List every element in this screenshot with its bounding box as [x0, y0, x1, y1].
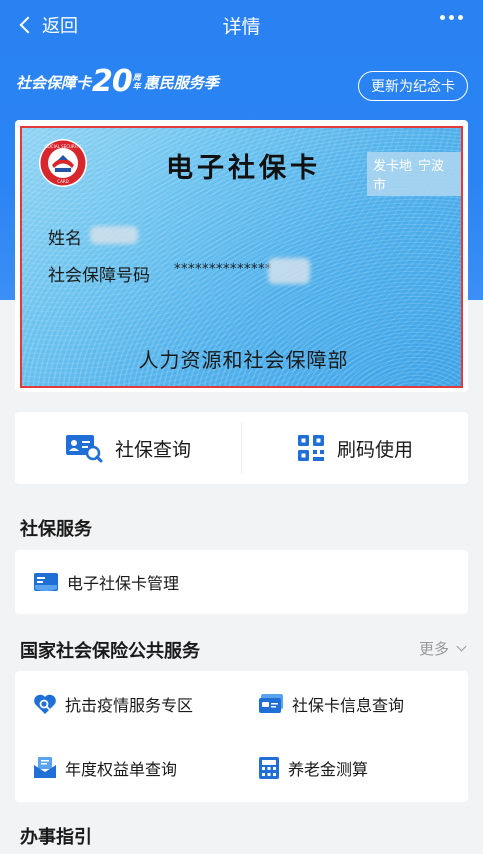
scan-code-label: 刷码使用 — [336, 438, 413, 461]
chevron-down-icon — [456, 641, 467, 652]
card-info-query-label: 社保卡信息查询 — [292, 696, 405, 715]
card-manage-icon — [34, 573, 58, 591]
anniversary-banner: 社会保障卡 20 周年 惠民服务季 — [16, 64, 219, 99]
id-card-search-icon — [65, 435, 103, 463]
heart-search-icon — [34, 694, 56, 714]
ssn-value-masked — [268, 258, 310, 284]
issue-location-badge: 发卡地 宁波市 — [367, 152, 461, 196]
pension-calculation-label: 养老金测算 — [288, 760, 369, 779]
issue-label: 发卡地 — [373, 159, 413, 174]
scan-code-button[interactable]: 刷码使用 — [242, 412, 468, 484]
chevron-left-icon — [19, 16, 37, 34]
card-management-label: 电子社保卡管理 — [67, 574, 180, 593]
epidemic-service-item[interactable]: 抗击疫情服务专区 — [33, 692, 193, 716]
social-security-card[interactable]: SOCIAL SECURITY CARD 电子社保卡 发卡地 宁波市 姓名 社会保… — [20, 126, 463, 388]
upgrade-commemorative-card-button[interactable]: 更新为纪念卡 — [358, 71, 468, 101]
mail-icon — [34, 757, 56, 778]
calculator-icon — [259, 757, 279, 779]
back-button[interactable]: 返回 — [16, 10, 78, 40]
epidemic-service-label: 抗击疫情服务专区 — [65, 696, 194, 715]
annual-rights-query-item[interactable]: 年度权益单查询 — [33, 756, 177, 780]
ssn-label: 社会保障号码 — [48, 266, 150, 286]
banner-text-year: 周年 — [132, 73, 141, 91]
public-services-title: 国家社会保险公共服务 — [20, 641, 200, 662]
ssn-value: ************** — [174, 262, 272, 277]
name-label: 姓名 — [48, 229, 82, 249]
guide-title: 办事指引 — [20, 827, 92, 848]
social-security-card-container[interactable]: SOCIAL SECURITY CARD 电子社保卡 发卡地 宁波市 姓名 社会保… — [15, 120, 468, 392]
social-security-query-label: 社保查询 — [114, 438, 191, 461]
public-services-panel: 抗击疫情服务专区 社保卡信息查询 年度权益单查询 养老金测算 — [15, 671, 468, 802]
card-icon — [259, 694, 283, 713]
annual-rights-query-label: 年度权益单查询 — [65, 760, 178, 779]
card-info-query-item[interactable]: 社保卡信息查询 — [258, 692, 404, 716]
more-link[interactable]: 更多 — [418, 638, 467, 659]
social-services-title: 社保服务 — [20, 519, 92, 540]
pension-calculation-item[interactable]: 养老金测算 — [258, 756, 368, 780]
more-label: 更多 — [418, 640, 449, 658]
quick-actions: 社保查询 刷码使用 — [15, 412, 468, 484]
name-value-masked — [90, 226, 138, 244]
navbar: 返回 详情 — [0, 0, 483, 50]
banner-text-2: 惠民服务季 — [143, 73, 219, 92]
banner-number: 20 — [92, 64, 133, 99]
card-management-item[interactable]: 电子社保卡管理 — [33, 570, 179, 594]
banner-text-1: 社会保障卡 — [16, 73, 92, 92]
qr-code-icon — [297, 435, 324, 461]
social-security-query-button[interactable]: 社保查询 — [15, 412, 241, 484]
back-label: 返回 — [42, 16, 78, 37]
social-services-panel: 电子社保卡管理 — [15, 550, 468, 614]
issuing-ministry: 人力资源和社会保障部 — [138, 348, 349, 372]
more-options-icon[interactable] — [440, 15, 463, 20]
